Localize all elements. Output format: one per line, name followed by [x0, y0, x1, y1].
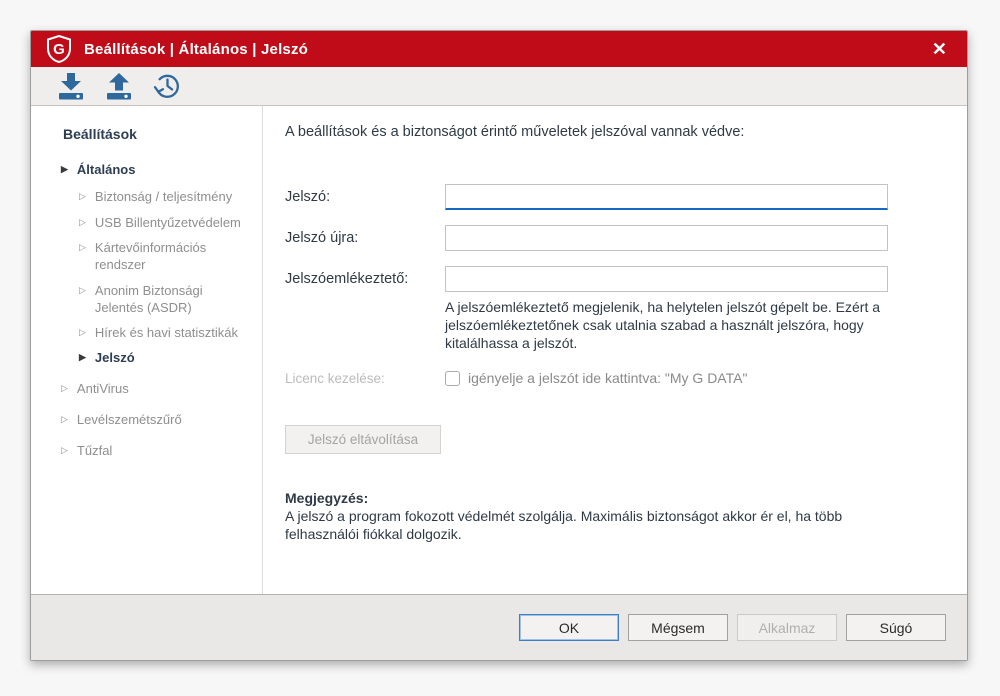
sidebar-item-antivirus[interactable]: ▷ AntiVirus [61, 380, 129, 397]
remove-password-button[interactable]: Jelszó eltávolítása [285, 425, 441, 454]
window-title: Beállítások | Általános | Jelszó [84, 41, 308, 58]
sidebar-item-biztonsag-teljesitmeny[interactable]: ▷ Biztonság / teljesítmény [79, 188, 275, 205]
tree-expanded-icon[interactable]: ▶ [79, 349, 86, 366]
password-repeat-label: Jelszó újra: [285, 225, 445, 251]
license-label: Licenc kezelése: [285, 371, 445, 386]
help-button[interactable]: Súgó [846, 614, 946, 641]
titlebar[interactable]: G Beállítások | Általános | Jelszó ✕ [31, 31, 967, 67]
tree-collapsed-icon[interactable]: ▷ [61, 442, 68, 459]
export-upload-tray-icon [104, 72, 134, 100]
restore-settings-button[interactable] [149, 70, 185, 102]
tree-expanded-icon[interactable]: ▶ [61, 161, 68, 178]
sidebar-item-usb-billentyuzetvedelem[interactable]: ▷ USB Billentyűzetvédelem [79, 214, 275, 231]
sidebar-item-anonim-biztonsagi-jelentes[interactable]: ▷ Anonim Biztonsági Jelentés (ASDR) [79, 282, 245, 316]
tree-collapsed-icon[interactable]: ▷ [79, 282, 86, 316]
password-hint-label: Jelszóemlékeztető: [285, 266, 445, 292]
gdata-shield-logo-icon: G [45, 35, 72, 63]
password-repeat-input[interactable] [445, 225, 888, 251]
password-input[interactable] [445, 184, 888, 210]
intro-text: A beállítások és a biztonságot érintő mű… [285, 124, 744, 140]
sidebar-item-hirek-statisztikak[interactable]: ▷ Hírek és havi statisztikák [79, 324, 275, 341]
import-download-tray-icon [56, 72, 86, 100]
password-hint-input[interactable] [445, 266, 888, 292]
tree-collapsed-icon[interactable]: ▷ [79, 188, 86, 205]
hint-description: A jelszóemlékeztető megjelenik, ha helyt… [445, 298, 907, 352]
sidebar-header: Beállítások [63, 126, 137, 142]
tree-collapsed-icon[interactable]: ▷ [79, 239, 86, 273]
logo-letter: G [53, 41, 65, 58]
sidebar-item-levelszemetszuro[interactable]: ▷ Levélszemétszűrő [61, 411, 182, 428]
export-settings-button[interactable] [101, 70, 137, 102]
sidebar-item-kartevoinformacios-rendszer[interactable]: ▷ Kártevőinformációs rendszer [79, 239, 245, 273]
note-block: Megjegyzés: A jelszó a program fokozott … [285, 489, 875, 543]
toolbar [31, 67, 967, 106]
close-icon[interactable]: ✕ [928, 38, 951, 60]
note-title: Megjegyzés: [285, 489, 875, 507]
license-checkbox-label[interactable]: igényelje a jelszót ide kattintva: "My G… [468, 370, 747, 386]
sidebar-item-altalanos[interactable]: ▶ Általános [61, 161, 135, 178]
sidebar: Beállítások ▶ Általános ▷ Biztonság / te… [31, 106, 263, 594]
password-row: Jelszó: [285, 184, 967, 210]
sidebar-item-tuzfal[interactable]: ▷ Tűzfal [61, 442, 112, 459]
tree-collapsed-icon[interactable]: ▷ [61, 411, 68, 428]
footer: OK Mégsem Alkalmaz Súgó [31, 594, 967, 660]
import-settings-button[interactable] [53, 70, 89, 102]
apply-button[interactable]: Alkalmaz [737, 614, 837, 641]
restore-clock-icon [151, 71, 183, 101]
license-checkbox[interactable] [445, 371, 460, 386]
tree-collapsed-icon[interactable]: ▷ [79, 324, 86, 341]
license-row: Licenc kezelése: igényelje a jelszót ide… [285, 370, 747, 386]
ok-button[interactable]: OK [519, 614, 619, 641]
tree-collapsed-icon[interactable]: ▷ [79, 214, 86, 231]
settings-window: G Beállítások | Általános | Jelszó ✕ [30, 30, 968, 661]
cancel-button[interactable]: Mégsem [628, 614, 728, 641]
sidebar-item-jelszo[interactable]: ▶ Jelszó [79, 349, 275, 366]
password-label: Jelszó: [285, 184, 445, 210]
content-pane: A beállítások és a biztonságot érintő mű… [263, 106, 967, 594]
password-repeat-row: Jelszó újra: [285, 225, 967, 251]
tree-collapsed-icon[interactable]: ▷ [61, 380, 68, 397]
note-body: A jelszó a program fokozott védelmét szo… [285, 507, 875, 543]
password-hint-row: Jelszóemlékeztető: [285, 266, 967, 292]
